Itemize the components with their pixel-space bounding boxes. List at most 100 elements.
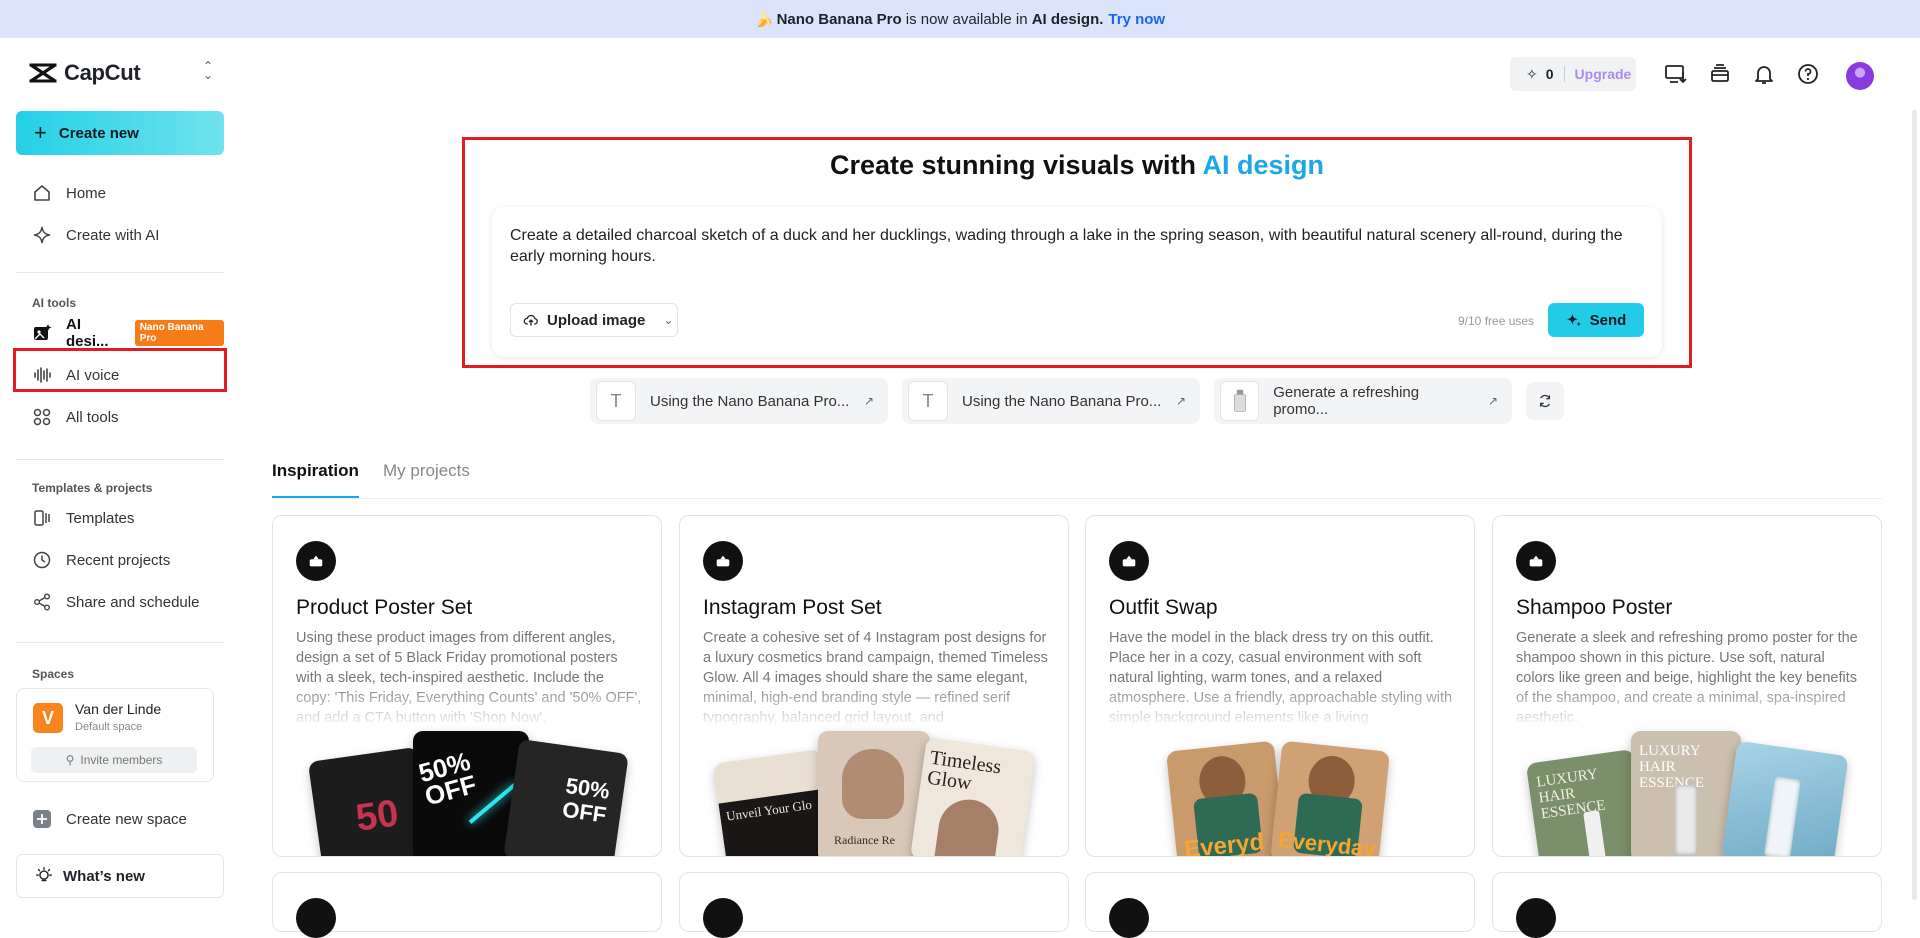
ai-design-card-icon [296,541,336,581]
create-new-button[interactable]: + Create new [16,111,224,155]
sidebar-item-templates[interactable]: Templates [16,500,224,536]
clock-icon [33,551,51,569]
sidebar-item-label: Recent projects [66,551,171,569]
outfit-preview: Everyday [1270,740,1390,856]
inspiration-card[interactable] [1085,872,1475,938]
share-icon [34,593,50,611]
create-new-space-button[interactable]: Create new space [16,801,224,837]
inspiration-card-instagram-post[interactable]: Instagram Post Set Create a cohesive set… [679,515,1069,857]
create-new-label: Create new [58,124,139,142]
prompt-input[interactable]: Create a detailed charcoal sketch of a d… [510,225,1640,267]
inspiration-card[interactable] [1492,872,1882,938]
free-uses-counter: 9/10 free uses [1458,314,1535,328]
whats-new-button[interactable]: What’s new [16,854,224,898]
poster-text: 50% OFF [415,745,480,812]
space-card[interactable]: V Van der Linde Default space ⚲ Invite m… [16,688,214,782]
cloud-upload-icon [523,314,538,326]
active-tab-indicator [272,496,359,498]
try-now-link[interactable]: Try now [1108,11,1165,28]
text-template-icon: T [596,381,636,421]
ai-design-card-icon [296,898,336,938]
sidebar: CapCut ⌃ ⌄ + Create new Home Create with … [0,38,240,916]
poster-text: 50% OFF [560,772,612,828]
desktop-download-icon[interactable] [1664,62,1688,86]
credits-upgrade-button[interactable]: ✧ 0 Upgrade [1510,57,1636,91]
tab-divider [272,498,1882,499]
card-title: Shampoo Poster [1516,596,1673,619]
inspiration-card[interactable] [679,872,1069,938]
sparkle-send-icon [1566,313,1581,327]
layers-icon[interactable] [1708,62,1732,86]
capcut-logo-icon [29,63,57,83]
inspiration-card[interactable] [272,872,662,938]
ai-design-card-icon [703,898,743,938]
add-space-icon [33,810,51,828]
ai-design-card-icon [1516,898,1556,938]
suggestion-chip[interactable]: T Using the Nano Banana Pro... ↗ [902,378,1200,424]
send-button[interactable]: Send [1548,303,1644,337]
bell-icon[interactable] [1752,62,1776,86]
card-description: Generate a sleek and refreshing promo po… [1516,630,1858,726]
chevron-down-icon[interactable]: ⌄ [663,313,673,327]
capcut-logo[interactable]: CapCut [28,60,141,86]
brand-name: CapCut [64,60,141,85]
banner-product: Nano Banana Pro [776,10,902,28]
inspiration-card-product-poster[interactable]: Product Poster Set Using these product i… [272,515,662,857]
sidebar-item-home[interactable]: Home [16,175,224,211]
plus-icon: + [34,120,47,145]
credit-separator [1563,66,1565,82]
nano-banana-badge: Nano Banana Pro [134,320,224,346]
sidebar-item-label: Share and schedule [66,593,200,611]
sidebar-item-share-schedule[interactable]: Share and schedule [16,584,224,620]
workspace-switch-icon[interactable]: ⌃ ⌄ [200,60,216,82]
sidebar-item-create-with-ai[interactable]: Create with AI [16,217,224,253]
suggestion-chip[interactable]: T Using the Nano Banana Pro... ↗ [590,378,888,424]
prompt-card: Create a detailed charcoal sketch of a d… [492,207,1662,357]
tab-my-projects[interactable]: My projects [383,461,470,481]
invite-label: Invite members [80,753,163,767]
sidebar-divider [16,642,224,643]
home-icon [34,185,50,201]
ai-design-card-icon [1516,541,1556,581]
inspiration-card-shampoo-poster[interactable]: Shampoo Poster Generate a sleek and refr… [1492,515,1882,857]
arrow-up-right-icon: ↗ [1487,394,1498,408]
help-icon[interactable] [1796,62,1820,86]
sidebar-item-recent-projects[interactable]: Recent projects [16,542,224,578]
tab-inspiration[interactable]: Inspiration [272,461,359,481]
sidebar-item-ai-design[interactable]: AI desi... Nano Banana Pro [16,315,224,351]
announcement-banner: 🍌 Nano Banana Pro is now available in AI… [0,0,1920,38]
template-icon [34,510,50,526]
upload-label: Upload image [547,311,646,329]
shampoo-preview: LUXURY HAIR ESSENCE [1525,749,1649,856]
page-scrollbar[interactable] [1912,110,1917,900]
sidebar-item-label: AI voice [66,366,120,384]
hero-title-accent: AI design [1202,150,1325,180]
inspiration-card-outfit-swap[interactable]: Outfit Swap Have the model in the black … [1085,515,1475,857]
banner-middle: is now available in [905,10,1028,28]
post-preview: Unveil Your Glo [712,749,836,856]
create-space-label: Create new space [66,810,187,828]
post-portrait [933,795,1003,856]
refresh-suggestions-button[interactable] [1526,382,1564,420]
suggestion-label: Using the Nano Banana Pro... [650,392,850,410]
sparkle-credit-icon: ✧ [1526,65,1538,82]
upgrade-label: Upgrade [1574,66,1632,82]
sidebar-item-label: Home [66,184,107,202]
banana-icon: 🍌 [754,11,774,28]
sparkle-icon [33,226,51,244]
sidebar-item-label: Templates [66,509,135,527]
shampoo-bottle [1583,810,1606,856]
sidebar-item-all-tools[interactable]: All tools [16,399,224,435]
suggestion-chip[interactable]: Generate a refreshing promo... ↗ [1214,378,1512,424]
upload-image-button[interactable]: Upload image ⌄ [510,303,678,337]
image-ai-icon [34,324,52,340]
card-description: Using these product images from differen… [296,630,642,726]
sidebar-item-label: AI desi... [66,316,109,350]
invite-members-button[interactable]: ⚲ Invite members [31,747,197,773]
sidebar-item-label: Create with AI [66,226,160,244]
card-preview-images: 50 50% OFF 50% OFF [273,726,661,856]
shampoo-bottle [1764,776,1801,856]
sidebar-item-ai-voice[interactable]: AI voice [16,357,224,393]
user-avatar[interactable] [1846,62,1874,90]
templates-heading: Templates & projects [32,481,153,495]
